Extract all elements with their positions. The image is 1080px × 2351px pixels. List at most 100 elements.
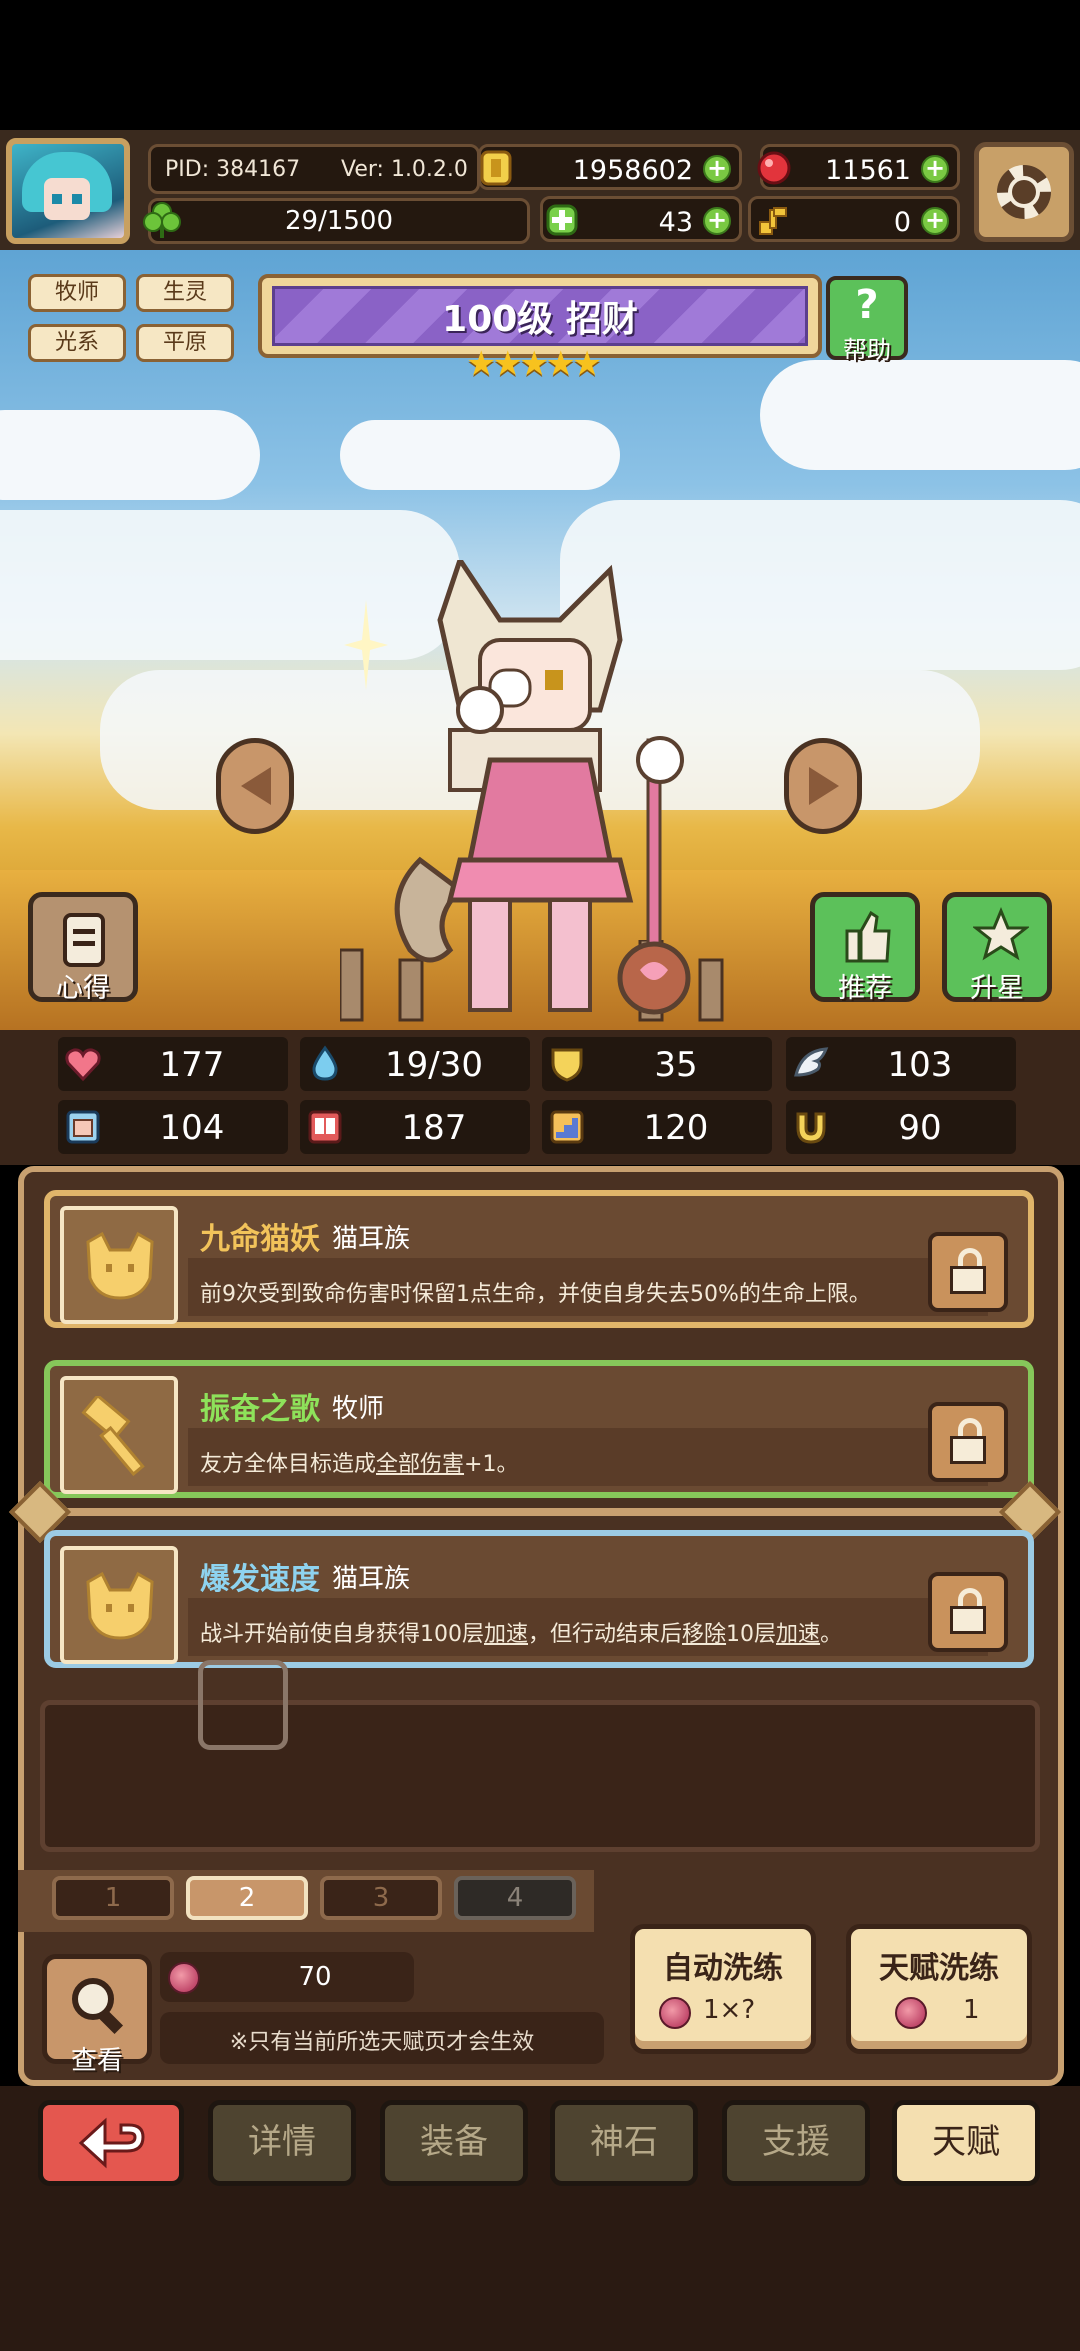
talent-page-note: ※只有当前所选天赋页才会生效: [229, 2030, 535, 2055]
next-hero-button[interactable]: [784, 738, 862, 834]
talent-page-tab-2[interactable]: 2: [186, 1876, 308, 1920]
tag-type: 生灵: [136, 274, 234, 312]
hammer-icon: [81, 1396, 145, 1477]
star-rating: ★★★★★: [466, 344, 602, 384]
keyword-link[interactable]: 移除: [682, 1622, 726, 1647]
arrow-right-icon: [809, 767, 839, 805]
empty-talent-slot[interactable]: [40, 1700, 1040, 1852]
peach-icon: [168, 1962, 200, 1994]
add-gem-button[interactable]: +: [921, 155, 949, 183]
player-id: PID: 384167: [165, 157, 301, 182]
sparkle-icon: [344, 600, 388, 690]
cloud: [340, 420, 620, 490]
star-up-label: 升星: [970, 973, 1024, 1004]
add-key-button[interactable]: +: [921, 207, 949, 235]
talent-reroll-label: 天赋洗练: [879, 1951, 999, 1986]
stat-magic: 187: [300, 1100, 530, 1154]
stat-hp-value: 177: [159, 1045, 225, 1085]
clover-value: 43: [658, 207, 693, 238]
talent-reroll-button[interactable]: 天赋洗练 1: [846, 1924, 1032, 2054]
nav-tab-support[interactable]: 支援: [722, 2100, 870, 2186]
stat-luck: 90: [786, 1100, 1016, 1154]
keyword-link[interactable]: 加速: [484, 1622, 528, 1647]
talent-description: 前9次受到致命伤害时保留1点生命，并使自身失去50%的生命上限。: [200, 1282, 871, 1307]
cloud: [760, 360, 1080, 470]
cat-face-icon: [86, 1572, 154, 1640]
horseshoe-icon: [796, 1112, 826, 1144]
gold-counter: 1958602 +: [478, 144, 742, 190]
wing-icon: [794, 1047, 829, 1077]
talent-description: 战斗开始前使自身获得100层加速，但行动结束后移除10层加速。: [200, 1622, 843, 1647]
talent-page-tab-1[interactable]: 1: [52, 1876, 174, 1920]
talent-name: 振奋之歌: [200, 1392, 320, 1427]
talent-card[interactable]: 九命猫妖 猫耳族 前9次受到致命伤害时保留1点生命，并使自身失去50%的生命上限…: [44, 1190, 1034, 1328]
talent-icon-box: [60, 1376, 178, 1494]
hero-sprite: [394, 560, 691, 1015]
keyword-link[interactable]: 加速: [776, 1622, 820, 1647]
talent-card[interactable]: 爆发速度 猫耳族 战斗开始前使自身获得100层加速，但行动结束后移除10层加速。: [44, 1530, 1034, 1668]
nav-tab-godstone[interactable]: 神石: [550, 2100, 698, 2186]
add-gold-button[interactable]: +: [703, 155, 731, 183]
key-value: 0: [893, 207, 911, 238]
talent-race: 牧师: [332, 1394, 385, 1424]
selection-outline: [198, 1660, 288, 1750]
nav-tab-talent[interactable]: 天赋: [892, 2100, 1040, 2186]
avatar-eye-left: [52, 194, 62, 204]
nav-tab-equipment[interactable]: 装备: [380, 2100, 528, 2186]
peach-icon: [895, 1997, 927, 2029]
auto-reroll-label: 自动洗练: [663, 1951, 783, 1986]
gold-coin-icon: [480, 150, 512, 186]
tag-terrain: 平原: [136, 324, 234, 362]
fist-icon: [66, 1110, 100, 1144]
water-drop-icon: [312, 1045, 338, 1081]
stat-luck-value: 90: [898, 1108, 942, 1148]
lock-toggle[interactable]: [928, 1402, 1008, 1482]
stat-speed-value: 103: [887, 1045, 953, 1085]
lock-toggle[interactable]: [928, 1232, 1008, 1312]
stat-attack: 104: [58, 1100, 288, 1154]
help-label: 帮助: [843, 336, 891, 364]
keyword-link[interactable]: 全部伤害: [376, 1452, 464, 1477]
green-clover-icon: [546, 204, 578, 236]
lock-body: [950, 1436, 986, 1464]
talent-card[interactable]: 振奋之歌 牧师 友方全体目标造成全部伤害+1。: [44, 1360, 1034, 1498]
arrow-left-icon: [241, 767, 271, 805]
avatar-face: [44, 178, 90, 220]
settings-button[interactable]: [974, 142, 1074, 242]
question-icon: ?: [855, 282, 879, 328]
back-arrow-icon: [78, 2117, 145, 2169]
stat-defense-value: 35: [654, 1045, 698, 1085]
add-clover-button[interactable]: +: [703, 207, 731, 235]
thumbs-up-icon: [845, 910, 891, 963]
peach-icon: [659, 1997, 691, 2029]
reroll-cost-value: 70: [298, 1962, 332, 1992]
lock-toggle[interactable]: [928, 1572, 1008, 1652]
cat-face-icon: [86, 1232, 154, 1300]
talent-race: 猫耳族: [332, 1564, 411, 1594]
stat-resist-value: 120: [643, 1108, 709, 1148]
auto-reroll-cost: 1×?: [703, 1995, 756, 2025]
gold-key-icon: [759, 207, 787, 235]
talent-description: 友方全体目标造成全部伤害+1。: [200, 1452, 519, 1477]
scroll-icon: [63, 913, 105, 967]
prev-hero-button[interactable]: [216, 738, 294, 834]
lock-body: [950, 1266, 986, 1294]
talent-page-tab-4[interactable]: 4: [454, 1876, 576, 1920]
stat-attack-value: 104: [159, 1108, 225, 1148]
talent-reroll-cost: 1: [963, 1995, 980, 2025]
auto-reroll-button[interactable]: 自动洗练 1×?: [630, 1924, 816, 2054]
star-icon: [973, 907, 1029, 961]
stairs-icon: [550, 1110, 584, 1144]
heart-icon: [65, 1048, 101, 1082]
talent-name: 爆发速度: [200, 1562, 320, 1597]
gem-value: 11561: [825, 155, 911, 186]
exp-value: 29/1500: [284, 206, 393, 236]
talent-page-tab-3[interactable]: 3: [320, 1876, 442, 1920]
tag-class: 牧师: [28, 274, 126, 312]
back-button[interactable]: [38, 2100, 184, 2186]
status-bar-area: [0, 0, 1080, 130]
player-avatar[interactable]: [6, 138, 130, 244]
magnifier-icon: [72, 1978, 124, 2035]
red-gem-icon: [757, 151, 791, 185]
nav-tab-details[interactable]: 详情: [208, 2100, 356, 2186]
